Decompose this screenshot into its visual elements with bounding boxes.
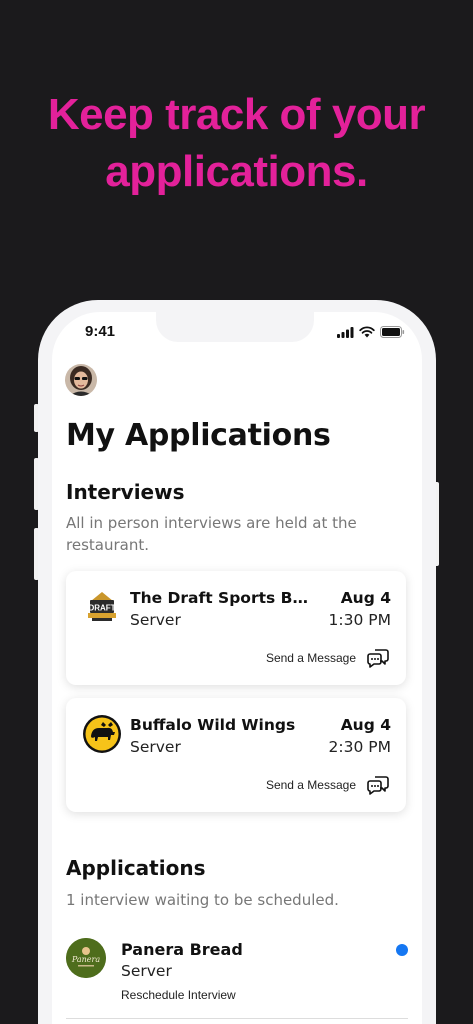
job-role: Server: [130, 738, 181, 756]
promo-headline-line1: Keep track of your: [47, 90, 426, 139]
list-divider: [66, 1018, 408, 1019]
interview-date: Aug 4: [340, 589, 391, 607]
profile-avatar[interactable]: [65, 364, 97, 396]
interviews-section-subtitle: All in person interviews are held at the…: [66, 514, 357, 554]
applications-section-subtitle: 1 interview waiting to be scheduled.: [66, 891, 339, 909]
phone-notch: [156, 312, 314, 342]
interview-card[interactable]: Buffalo Wild Wings Server Aug 4 2:30 PM …: [66, 698, 406, 812]
reschedule-interview-link[interactable]: Reschedule Interview: [121, 988, 236, 1002]
panera-bread-logo: Panera: [66, 938, 106, 978]
application-list-item[interactable]: Panera Panera Bread Server Reschedule In…: [66, 936, 408, 1024]
buffalo-wild-wings-logo: [82, 714, 122, 754]
application-restaurant-name: Panera Bread: [121, 940, 243, 959]
avatar-image: [65, 364, 97, 396]
send-message-link[interactable]: Send a Message: [266, 651, 356, 665]
interview-time: 2:30 PM: [328, 738, 391, 756]
status-time: 9:41: [85, 323, 116, 340]
interview-time: 1:30 PM: [328, 611, 391, 629]
promo-headline-line2: applications.: [105, 147, 368, 196]
chat-bubbles-icon[interactable]: [366, 646, 390, 670]
promo-headline: Keep track of your applications.: [0, 86, 473, 200]
unread-indicator-dot: [396, 944, 408, 956]
status-icons: [337, 326, 405, 338]
interviews-section-title: Interviews: [66, 480, 185, 504]
chat-bubbles-icon[interactable]: [366, 773, 390, 797]
battery-icon: [380, 326, 405, 338]
buffalo-wild-wings-logo-image: [83, 715, 121, 753]
page-title: My Applications: [66, 418, 331, 453]
draft-sports-bar-logo-image: DRAFT: [88, 592, 116, 621]
draft-sports-bar-logo: DRAFT: [82, 587, 122, 627]
send-message-link[interactable]: Send a Message: [266, 778, 356, 792]
signal-icon: [337, 326, 354, 338]
wifi-icon: [359, 326, 375, 338]
application-job-role: Server: [121, 962, 172, 980]
panera-logo-text: Panera: [71, 955, 101, 964]
panera-bread-logo-image: Panera: [66, 938, 106, 978]
job-role: Server: [130, 611, 181, 629]
draft-logo-text: DRAFT: [88, 604, 115, 613]
interview-card[interactable]: DRAFT The Draft Sports Bar... Server Aug…: [66, 571, 406, 685]
restaurant-name: The Draft Sports Bar...: [130, 589, 310, 607]
interview-date: Aug 4: [340, 716, 391, 734]
applications-section-title: Applications: [66, 856, 206, 880]
phone-screen: 9:41 My Applications Interviews All in p…: [52, 312, 422, 1024]
restaurant-name: Buffalo Wild Wings: [130, 716, 296, 734]
